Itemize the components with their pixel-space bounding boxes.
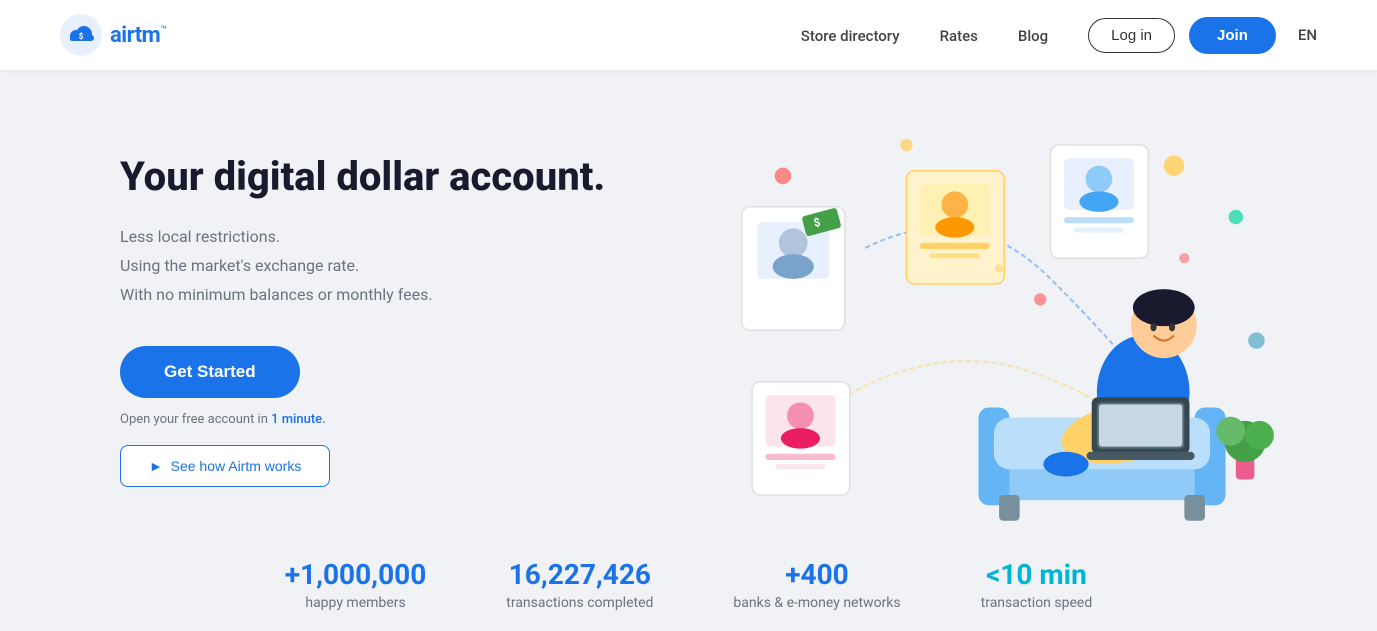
navbar: $ airtm™ Store directory Rates Blog Log …: [0, 0, 1377, 70]
hero-title: Your digital dollar account.: [120, 153, 640, 201]
get-started-button[interactable]: Get Started: [120, 346, 300, 398]
stats-section: +1,000,000 happy members 16,227,426 tran…: [0, 530, 1377, 631]
nav-links: Store directory Rates Blog: [801, 26, 1048, 45]
subtitle-line2: Using the market's exchange rate.: [120, 256, 359, 275]
stat-banks-label: banks & e-money networks: [733, 595, 900, 611]
stat-speed-label: transaction speed: [981, 595, 1093, 611]
stat-members-number: +1,000,000: [285, 558, 427, 591]
hero-subtitle: Less local restrictions. Using the marke…: [120, 223, 640, 309]
rates-link[interactable]: Rates: [940, 27, 978, 45]
logo-icon: $: [60, 14, 102, 56]
subtitle-line3: With no minimum balances or monthly fees…: [120, 285, 433, 304]
language-selector[interactable]: EN: [1298, 26, 1317, 44]
blog-link[interactable]: Blog: [1018, 27, 1048, 45]
nav-item-blog[interactable]: Blog: [1018, 26, 1048, 45]
stat-transactions-label: transactions completed: [506, 595, 653, 611]
svg-text:$: $: [79, 32, 84, 41]
login-button[interactable]: Log in: [1088, 18, 1175, 53]
illustration-svg: $: [680, 110, 1277, 530]
stat-members: +1,000,000 happy members: [285, 558, 427, 611]
stat-members-label: happy members: [285, 595, 427, 611]
hero-section: Your digital dollar account. Less local …: [0, 70, 1377, 530]
subtitle-line1: Less local restrictions.: [120, 227, 280, 246]
stat-banks: +400 banks & e-money networks: [733, 558, 900, 611]
stat-speed-number: <10 min: [981, 558, 1093, 591]
see-how-button[interactable]: ► See how Airtm works: [120, 445, 330, 487]
stat-speed: <10 min transaction speed: [981, 558, 1093, 611]
join-button[interactable]: Join: [1189, 17, 1276, 54]
hero-caption: Open your free account in 1 minute.: [120, 412, 640, 427]
stat-banks-number: +400: [733, 558, 900, 591]
hero-illustration: $: [680, 110, 1277, 530]
store-directory-link[interactable]: Store directory: [801, 27, 900, 45]
hero-content: Your digital dollar account. Less local …: [120, 153, 640, 486]
logo-text: airtm™: [110, 23, 167, 48]
nav-item-store-directory[interactable]: Store directory: [801, 26, 900, 45]
logo[interactable]: $ airtm™: [60, 14, 167, 56]
stat-transactions: 16,227,426 transactions completed: [506, 558, 653, 611]
nav-actions: Log in Join EN: [1088, 17, 1317, 54]
nav-item-rates[interactable]: Rates: [940, 26, 978, 45]
stat-transactions-number: 16,227,426: [506, 558, 653, 591]
